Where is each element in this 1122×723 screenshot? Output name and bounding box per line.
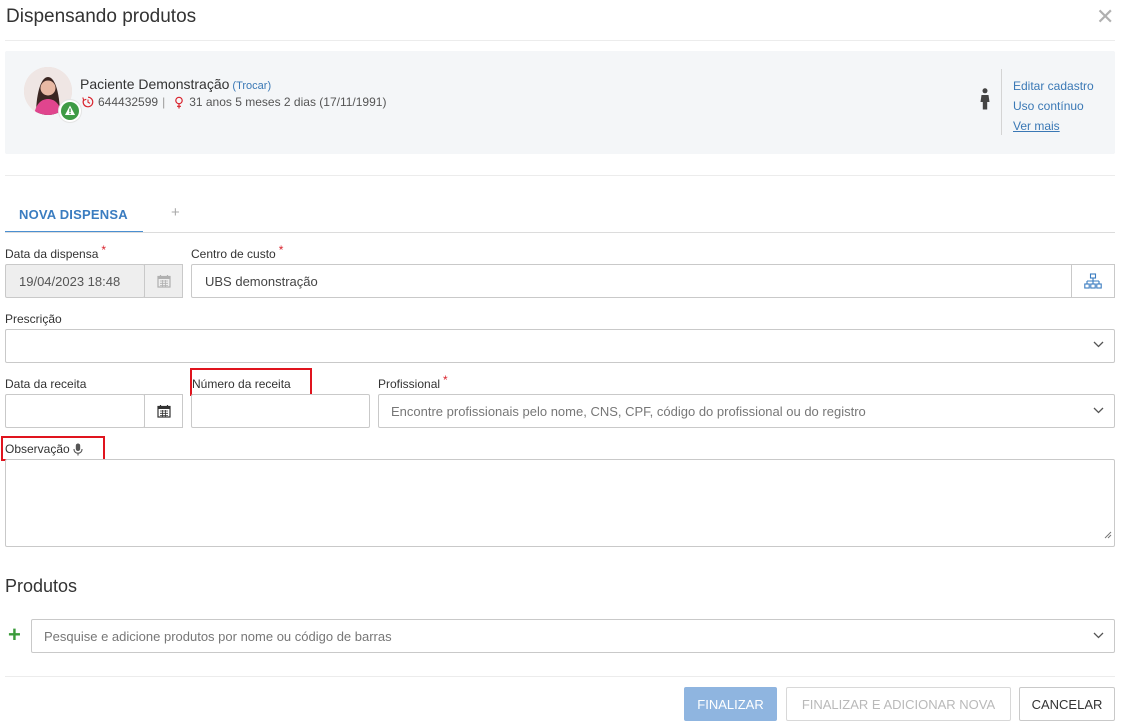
recipe-date-field[interactable]: [5, 394, 145, 428]
hierarchy-icon: [1084, 273, 1102, 289]
recipe-number-highlight: [190, 368, 312, 396]
cost-center-field[interactable]: UBS demonstração: [191, 264, 1073, 298]
recipe-number-field[interactable]: [191, 394, 370, 428]
dispense-date-calendar-button[interactable]: [144, 264, 183, 298]
cost-center-label: Centro de custo *: [191, 243, 284, 261]
observation-label: Observação: [5, 442, 83, 456]
tabs-baseline: [5, 232, 1115, 233]
cost-center-tree-button[interactable]: [1071, 264, 1115, 298]
recipe-date-label: Data da receita: [5, 377, 87, 391]
chevron-down-icon: [1093, 632, 1104, 639]
microphone-icon[interactable]: [73, 443, 83, 456]
card-divider: [5, 175, 1115, 176]
footer-divider: [5, 676, 1115, 677]
dispense-date-field[interactable]: 19/04/2023 18:48: [5, 264, 145, 298]
recipe-date-calendar-button[interactable]: [144, 394, 183, 428]
person-icon: [979, 88, 991, 115]
patient-id: 644432599: [98, 95, 159, 109]
cancel-button[interactable]: CANCELAR: [1019, 687, 1115, 721]
finish-button[interactable]: FINALIZAR: [684, 687, 777, 721]
products-title: Produtos: [5, 576, 78, 596]
history-icon: [82, 96, 94, 108]
add-product-icon[interactable]: +: [8, 624, 21, 646]
patient-name-line: Paciente Demonstração (Trocar): [80, 76, 271, 92]
patient-age: 31 anos 5 meses 2 dias (17/11/1991): [189, 95, 387, 109]
female-icon: [175, 96, 184, 108]
modal-title: Dispensando produtos: [6, 6, 197, 27]
links-divider: [1001, 69, 1002, 135]
continuous-use-link[interactable]: Uso contínuo: [1013, 99, 1084, 113]
warning-icon: [61, 102, 79, 120]
professional-placeholder: Encontre profissionais pelo nome, CNS, C…: [391, 404, 866, 419]
change-patient-link[interactable]: (Trocar): [232, 80, 271, 92]
info-separator: |: [162, 95, 166, 109]
professional-select[interactable]: Encontre profissionais pelo nome, CNS, C…: [378, 394, 1115, 428]
product-search-select[interactable]: Pesquise e adicione produtos por nome ou…: [31, 619, 1115, 653]
calendar-icon: [156, 405, 171, 418]
resize-handle-icon[interactable]: [1104, 526, 1112, 544]
dispense-date-label: Data da dispensa *: [5, 243, 107, 261]
chevron-down-icon: [1093, 341, 1104, 348]
product-search-placeholder: Pesquise e adicione produtos por nome ou…: [44, 629, 392, 644]
professional-label: Profissional *: [378, 373, 448, 391]
cost-center-value: UBS demonstração: [205, 274, 318, 289]
observation-textarea[interactable]: [5, 459, 1115, 547]
chevron-down-icon: [1093, 407, 1104, 414]
patient-info-line: 644432599 | 31 anos 5 meses 2 dias (17/1…: [82, 95, 386, 109]
finish-and-add-new-button[interactable]: FINALIZAR E ADICIONAR NOVA: [786, 687, 1011, 721]
prescription-label: Prescrição: [5, 312, 62, 326]
alert-badge: [59, 100, 81, 122]
calendar-icon: [156, 275, 171, 288]
header-divider: [5, 40, 1115, 41]
close-icon[interactable]: ✕: [1096, 6, 1114, 28]
dispense-date-value: 19/04/2023 18:48: [19, 274, 121, 289]
tab-nova-dispensa-label[interactable]: NOVA DISPENSA: [19, 207, 128, 222]
edit-registration-link[interactable]: Editar cadastro: [1013, 79, 1094, 93]
prescription-select[interactable]: [5, 329, 1115, 363]
patient-name: Paciente Demonstração: [80, 76, 230, 92]
patient-card: Paciente Demonstração (Trocar) 644432599 …: [5, 51, 1115, 154]
add-tab-button[interactable]: +: [171, 204, 180, 221]
see-more-link[interactable]: Ver mais: [1013, 119, 1060, 133]
